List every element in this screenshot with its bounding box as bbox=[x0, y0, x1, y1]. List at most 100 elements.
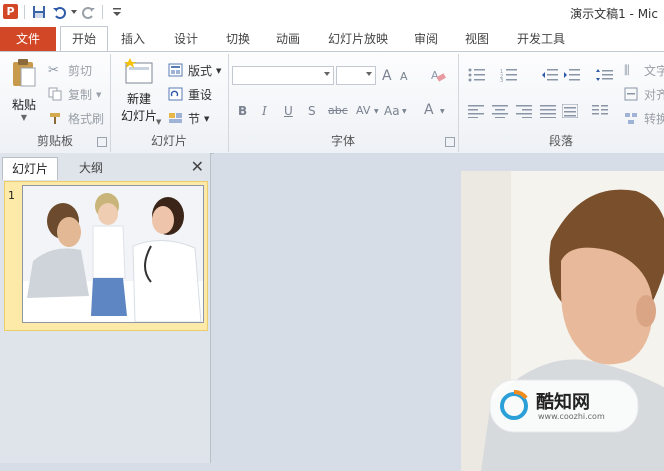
powerpoint-app-icon[interactable]: P bbox=[2, 3, 19, 20]
line-spacing-icon[interactable] bbox=[596, 68, 614, 85]
text-direction-label: 文字 bbox=[644, 64, 664, 78]
tab-insert[interactable]: 插入 bbox=[112, 27, 154, 51]
distributed-icon[interactable] bbox=[561, 103, 579, 121]
coozhi-watermark: 酷知网 www.coozhi.com bbox=[488, 378, 640, 434]
tab-file[interactable]: 文件 bbox=[0, 27, 56, 51]
bold-button[interactable]: B bbox=[238, 104, 247, 118]
align-left-icon[interactable] bbox=[468, 104, 484, 121]
clear-formatting-icon[interactable]: A bbox=[430, 67, 446, 86]
scissors-icon: ✂ bbox=[48, 62, 59, 78]
align-text-button[interactable]: 对齐 bbox=[624, 86, 664, 103]
text-shadow-button[interactable]: S bbox=[308, 104, 316, 118]
tab-home[interactable]: 开始 bbox=[60, 26, 108, 52]
undo-icon[interactable] bbox=[50, 3, 67, 20]
separator bbox=[24, 4, 25, 19]
columns-icon[interactable] bbox=[592, 104, 610, 121]
smartart-icon bbox=[624, 111, 640, 127]
chevron-down-icon: ▼ bbox=[20, 113, 28, 122]
chevron-down-icon[interactable]: ▼ bbox=[156, 118, 161, 126]
separator bbox=[102, 4, 103, 19]
svg-text:3: 3 bbox=[500, 78, 503, 82]
paste-button[interactable]: 粘贴 ▼ bbox=[6, 58, 42, 122]
tab-view[interactable]: 视图 bbox=[455, 27, 499, 51]
section-icon bbox=[168, 111, 184, 127]
copy-button[interactable]: 复制 ▼ bbox=[48, 86, 101, 103]
close-icon[interactable]: ✕ bbox=[191, 157, 204, 176]
align-text-label: 对齐 bbox=[644, 88, 664, 102]
ribbon-tabs: 文件 开始 插入 设计 切换 动画 幻灯片放映 审阅 视图 开发工具 bbox=[0, 24, 664, 52]
group-clipboard: 粘贴 ▼ ✂ 剪切 复制 ▼ 格式刷 剪贴板 bbox=[0, 54, 111, 152]
justify-icon[interactable] bbox=[540, 104, 556, 121]
numbering-icon[interactable]: 123 bbox=[500, 68, 518, 85]
watermark-brand: 酷知网 bbox=[536, 392, 590, 413]
tab-outline-panel[interactable]: 大纲 bbox=[62, 157, 120, 179]
group-font: A A A B I U S abc AV ▼ Aa ▼ A ▼ 字体 bbox=[228, 54, 459, 152]
quick-access-toolbar: P bbox=[2, 3, 125, 20]
font-group-label: 字体 bbox=[330, 134, 355, 148]
new-slide-button[interactable]: 新建 幻灯片 bbox=[114, 58, 164, 124]
align-text-icon bbox=[624, 87, 640, 103]
font-size-dropdown[interactable] bbox=[336, 66, 376, 85]
align-center-icon[interactable] bbox=[492, 104, 508, 121]
tab-developer[interactable]: 开发工具 bbox=[510, 27, 572, 51]
increase-indent-icon[interactable] bbox=[564, 68, 580, 85]
shrink-font-button[interactable]: A bbox=[400, 70, 408, 83]
cut-button[interactable]: ✂ 剪切 bbox=[48, 62, 92, 79]
section-button[interactable]: 节 ▼ bbox=[168, 110, 209, 127]
align-right-icon[interactable] bbox=[516, 104, 532, 121]
decrease-indent-icon[interactable] bbox=[542, 68, 558, 85]
chevron-down-icon: ▼ bbox=[402, 108, 407, 115]
watermark-url: www.coozhi.com bbox=[538, 412, 605, 421]
grow-font-button[interactable]: A bbox=[382, 68, 392, 84]
strikethrough-button[interactable]: abc bbox=[328, 104, 348, 117]
svg-text:A: A bbox=[431, 69, 439, 82]
doctor-photo-thumbnail bbox=[23, 186, 203, 322]
window-title: 演示文稿1 - Mic bbox=[570, 7, 658, 21]
clipboard-group-label: 剪贴板 bbox=[36, 134, 73, 148]
clipboard-dialog-launcher[interactable] bbox=[97, 137, 107, 147]
chevron-down-icon: ▼ bbox=[440, 108, 445, 115]
save-icon[interactable] bbox=[30, 3, 47, 20]
slide-thumbnail[interactable] bbox=[22, 185, 204, 323]
tab-review[interactable]: 审阅 bbox=[405, 27, 447, 51]
font-color-button[interactable]: A bbox=[424, 102, 434, 118]
reset-label: 重设 bbox=[188, 88, 213, 102]
font-family-dropdown[interactable] bbox=[232, 66, 334, 85]
paste-icon bbox=[13, 59, 36, 87]
slides-pane: 幻灯片 大纲 ✕ 1 bbox=[0, 153, 211, 463]
paste-label: 粘贴 bbox=[11, 98, 36, 112]
tab-slides-panel[interactable]: 幻灯片 bbox=[2, 157, 58, 180]
customize-qat-icon[interactable] bbox=[108, 3, 125, 20]
group-slides: 新建 幻灯片 ▼ 版式 ▼ 重设 节 ▼ 幻灯片 bbox=[110, 54, 229, 152]
change-case-button[interactable]: Aa bbox=[384, 104, 400, 118]
tab-slideshow[interactable]: 幻灯片放映 bbox=[322, 27, 394, 51]
chevron-down-icon: ▼ bbox=[204, 114, 210, 123]
text-direction-button[interactable]: ⫼ 文字 bbox=[624, 62, 664, 79]
underline-button[interactable]: U bbox=[284, 104, 293, 118]
font-dialog-launcher[interactable] bbox=[445, 137, 455, 147]
format-painter-button[interactable]: 格式刷 bbox=[48, 110, 104, 127]
chevron-down-icon: ▼ bbox=[96, 90, 102, 99]
italic-button[interactable]: I bbox=[262, 104, 267, 118]
layout-button[interactable]: 版式 ▼ bbox=[168, 62, 221, 79]
slide-number: 1 bbox=[8, 189, 15, 202]
convert-smartart-button[interactable]: 转换 bbox=[624, 110, 664, 127]
new-slide-label-line2: 幻灯片 bbox=[120, 109, 157, 123]
group-paragraph: 123 ⫼ 文字 对齐 转换 段落 bbox=[458, 54, 664, 152]
tab-transitions[interactable]: 切换 bbox=[216, 27, 260, 51]
tab-animations[interactable]: 动画 bbox=[266, 27, 310, 51]
bullets-icon[interactable] bbox=[468, 68, 486, 85]
new-slide-label-line1: 新建 bbox=[126, 92, 151, 106]
title-bar: P 演示文稿1 - Mic bbox=[0, 0, 664, 25]
chevron-down-icon: ▼ bbox=[374, 108, 379, 115]
tab-design[interactable]: 设计 bbox=[164, 27, 208, 51]
reset-button[interactable]: 重设 bbox=[168, 86, 212, 103]
copy-icon bbox=[48, 87, 64, 103]
redo-icon[interactable] bbox=[80, 3, 97, 20]
layout-icon bbox=[168, 63, 184, 79]
text-direction-icon: ⫼ bbox=[624, 62, 630, 77]
undo-dropdown-icon[interactable] bbox=[70, 3, 77, 20]
character-spacing-button[interactable]: AV bbox=[356, 104, 370, 117]
layout-label: 版式 bbox=[188, 64, 213, 78]
section-label: 节 bbox=[188, 112, 201, 126]
